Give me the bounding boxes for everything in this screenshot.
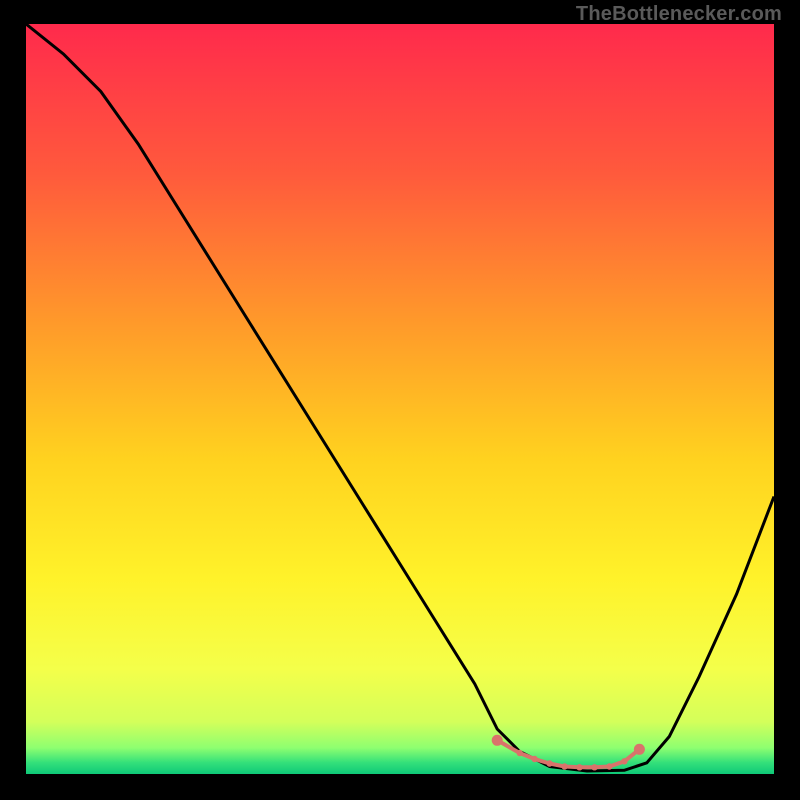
target-marker xyxy=(561,763,567,769)
target-marker xyxy=(517,750,523,756)
gradient-backdrop xyxy=(26,24,774,774)
target-marker xyxy=(606,763,612,769)
target-marker xyxy=(531,756,537,762)
target-marker xyxy=(492,735,503,746)
chart-area xyxy=(26,24,774,774)
target-marker xyxy=(591,764,597,770)
target-marker xyxy=(634,744,645,755)
chart-container: TheBottlenecker.com xyxy=(0,0,800,800)
target-marker xyxy=(546,760,552,766)
chart-svg xyxy=(26,24,774,774)
target-marker xyxy=(576,764,582,770)
watermark-text: TheBottlenecker.com xyxy=(576,3,782,26)
target-marker xyxy=(621,758,627,764)
